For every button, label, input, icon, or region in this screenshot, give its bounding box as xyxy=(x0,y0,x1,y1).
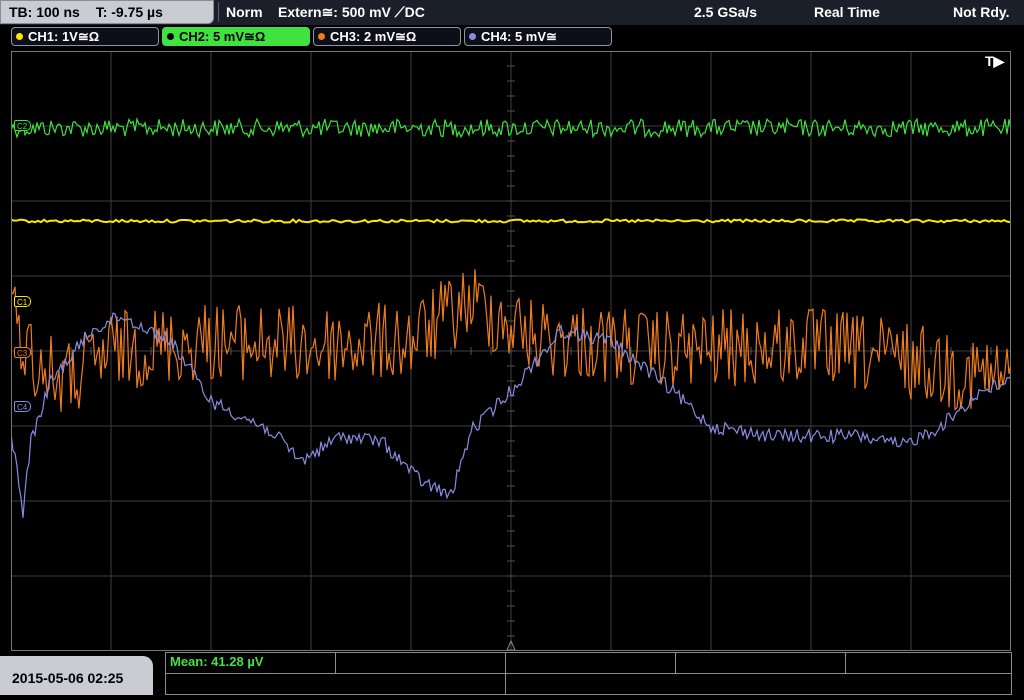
channel-3-dot-icon xyxy=(318,33,325,41)
measurement-cell[interactable]: Mean: 41.28 µV xyxy=(166,653,336,674)
trigger-source[interactable]: Extern≅: 500 mV ⟋DC xyxy=(278,0,425,24)
timebase-box[interactable]: TB: 100 ns T: -9.75 µs xyxy=(0,0,214,24)
trigger-mode[interactable]: Norm xyxy=(226,0,263,24)
channel-3-tab[interactable]: CH3: 2 mV≅Ω xyxy=(313,27,461,46)
divider xyxy=(218,2,219,22)
channel-1-dot-icon xyxy=(16,33,23,41)
trigger-level-marker[interactable]: T▶ xyxy=(985,53,1004,70)
channel-3-label: CH3: 2 mV≅Ω xyxy=(330,29,417,44)
mean-measurement: Mean: 41.28 µV xyxy=(170,654,264,669)
acquisition-mode: Real Time xyxy=(814,4,880,20)
channel-4-label: CH4: 5 mV≅ xyxy=(481,29,557,44)
channel-1-tab[interactable]: CH1: 1V≅Ω xyxy=(11,27,159,46)
measurement-cell[interactable] xyxy=(506,674,1011,695)
measurement-cell[interactable] xyxy=(336,653,506,674)
status-bar: TB: 100 ns T: -9.75 µs Norm Extern≅: 500… xyxy=(0,0,1024,25)
measurement-cell[interactable] xyxy=(506,653,676,674)
channel-4-offset-marker[interactable]: C4 xyxy=(14,401,32,412)
channel-4-dot-icon xyxy=(469,33,476,41)
ready-state: Not Rdy. xyxy=(953,4,1010,20)
screen-frame xyxy=(11,51,1011,651)
sample-rate: 2.5 GSa/s xyxy=(694,4,758,20)
channel-1-label: CH1: 1V≅Ω xyxy=(28,29,100,44)
measurement-cell[interactable] xyxy=(846,653,1011,674)
channel-2-label: CH2: 5 mV≅Ω xyxy=(179,29,266,44)
measurement-cell[interactable] xyxy=(166,674,506,695)
measurement-table: Mean: 41.28 µV xyxy=(165,652,1012,695)
channel-2-dot-icon xyxy=(167,33,174,41)
channel-3-offset-marker[interactable]: C3 xyxy=(14,347,32,358)
measurement-cell[interactable] xyxy=(676,653,846,674)
channel-2-tab[interactable]: CH2: 5 mV≅Ω xyxy=(162,27,310,46)
channel-2-offset-marker[interactable]: C2 xyxy=(14,120,32,131)
channel-1-offset-marker[interactable]: C1 xyxy=(14,296,32,307)
date-time: 2015-05-06 02:25 xyxy=(0,656,153,695)
channel-bar: CH1: 1V≅Ω CH2: 5 mV≅Ω CH3: 2 mV≅Ω CH4: 5… xyxy=(0,25,1024,49)
timebase-value: TB: 100 ns xyxy=(9,4,80,20)
trigger-position: T: -9.75 µs xyxy=(95,4,163,20)
channel-4-tab[interactable]: CH4: 5 mV≅ xyxy=(464,27,612,46)
